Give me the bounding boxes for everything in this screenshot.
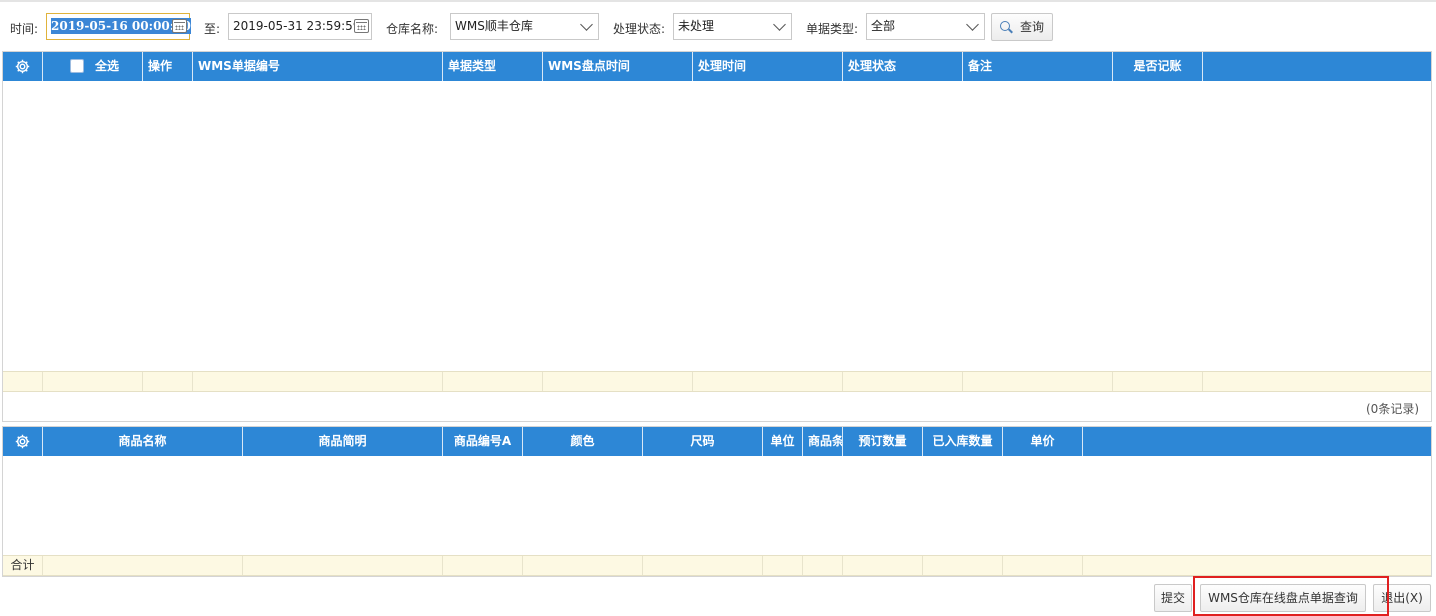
doc-type-label: 单据类型: (806, 22, 859, 36)
detail-grid-header: 商品名称 商品简明 商品编号A 颜色 尺码 单位 商品条 预订数量 已入库数量 … (3, 427, 1431, 456)
summary-cell (963, 372, 1113, 391)
master-summary-row (3, 371, 1431, 392)
search-button[interactable]: 查询 (991, 13, 1053, 41)
search-icon (1000, 21, 1010, 31)
column-header-color[interactable]: 颜色 (523, 427, 643, 456)
select-all-header[interactable]: 全选 (43, 52, 143, 81)
warehouse-value: WMS顺丰仓库 (455, 19, 533, 33)
chevron-down-icon (773, 18, 786, 31)
calendar-icon[interactable] (354, 19, 369, 33)
column-header-ordered-qty[interactable]: 预订数量 (843, 427, 923, 456)
column-header-action[interactable]: 操作 (143, 52, 193, 81)
column-header-product-brief[interactable]: 商品简明 (243, 427, 443, 456)
total-label: 合计 (3, 556, 43, 575)
total-cell (643, 556, 763, 575)
select-all-label: 全选 (95, 59, 120, 73)
chevron-down-icon (580, 18, 593, 31)
column-header-remark[interactable]: 备注 (963, 52, 1113, 81)
total-cell (923, 556, 1003, 575)
submit-button[interactable]: 提交 (1154, 584, 1192, 612)
summary-cell (543, 372, 693, 391)
column-header-wms-doc-no[interactable]: WMS单据编号 (193, 52, 443, 81)
column-header-product-code[interactable]: 商品编号A (443, 427, 523, 456)
summary-cell (43, 372, 143, 391)
record-count: (0条记录) (1366, 402, 1419, 416)
summary-cell (143, 372, 193, 391)
detail-grid-settings-button[interactable] (3, 427, 43, 456)
to-label: 至: (204, 22, 221, 36)
calendar-icon[interactable] (172, 19, 187, 33)
grid-settings-button[interactable] (3, 52, 43, 81)
total-cell (843, 556, 923, 575)
column-header-size[interactable]: 尺码 (643, 427, 763, 456)
summary-cell (1113, 372, 1203, 391)
column-header-doc-type[interactable]: 单据类型 (443, 52, 543, 81)
warehouse-label: 仓库名称: (386, 22, 439, 36)
search-button-label: 查询 (1020, 20, 1045, 34)
filter-bar: 时间: 2019-05-16 00:00:00 至: 2019-05-31 23… (0, 12, 1436, 42)
start-time-value: 2019-05-16 00:00:00 (51, 18, 191, 34)
column-header-received-qty[interactable]: 已入库数量 (923, 427, 1003, 456)
top-divider (0, 0, 1436, 2)
column-header-process-status[interactable]: 处理状态 (843, 52, 963, 81)
column-header-is-posted[interactable]: 是否记账 (1113, 52, 1203, 81)
column-header-unit[interactable]: 单位 (763, 427, 803, 456)
summary-cell (443, 372, 543, 391)
highlight-box (1193, 576, 1389, 616)
detail-grid: 商品名称 商品简明 商品编号A 颜色 尺码 单位 商品条 预订数量 已入库数量 … (2, 426, 1432, 577)
status-label: 处理状态: (613, 22, 666, 36)
doc-type-value: 全部 (871, 19, 896, 33)
end-time-value: 2019-05-31 23:59:59 (233, 19, 361, 33)
column-header-inventory-time[interactable]: WMS盘点时间 (543, 52, 693, 81)
end-time-input[interactable]: 2019-05-31 23:59:59 (228, 13, 372, 40)
chevron-down-icon (966, 18, 979, 31)
gear-icon (15, 434, 30, 449)
warehouse-select[interactable]: WMS顺丰仓库 (450, 13, 599, 40)
master-grid-header: 全选 操作 WMS单据编号 单据类型 WMS盘点时间 处理时间 处理状态 备注 … (3, 52, 1431, 81)
master-grid: 全选 操作 WMS单据编号 单据类型 WMS盘点时间 处理时间 处理状态 备注 … (2, 51, 1432, 422)
total-cell (803, 556, 843, 575)
column-header-process-time[interactable]: 处理时间 (693, 52, 843, 81)
total-cell (523, 556, 643, 575)
summary-cell (193, 372, 443, 391)
total-cell (443, 556, 523, 575)
total-cell (243, 556, 443, 575)
status-value: 未处理 (678, 19, 715, 33)
detail-total-row: 合计 (3, 555, 1431, 576)
summary-cell (693, 372, 843, 391)
total-cell (43, 556, 243, 575)
total-cell (763, 556, 803, 575)
column-header-product-name[interactable]: 商品名称 (43, 427, 243, 456)
total-cell (1003, 556, 1083, 575)
time-label: 时间: (10, 22, 39, 36)
summary-cell (3, 372, 43, 391)
select-all-checkbox[interactable] (70, 59, 84, 73)
status-select[interactable]: 未处理 (673, 13, 792, 40)
gear-icon (15, 59, 30, 74)
column-header-unit-price[interactable]: 单价 (1003, 427, 1083, 456)
summary-cell (843, 372, 963, 391)
column-header-barcode[interactable]: 商品条 (803, 427, 843, 456)
doc-type-select[interactable]: 全部 (866, 13, 985, 40)
start-time-input[interactable]: 2019-05-16 00:00:00 (46, 13, 191, 40)
